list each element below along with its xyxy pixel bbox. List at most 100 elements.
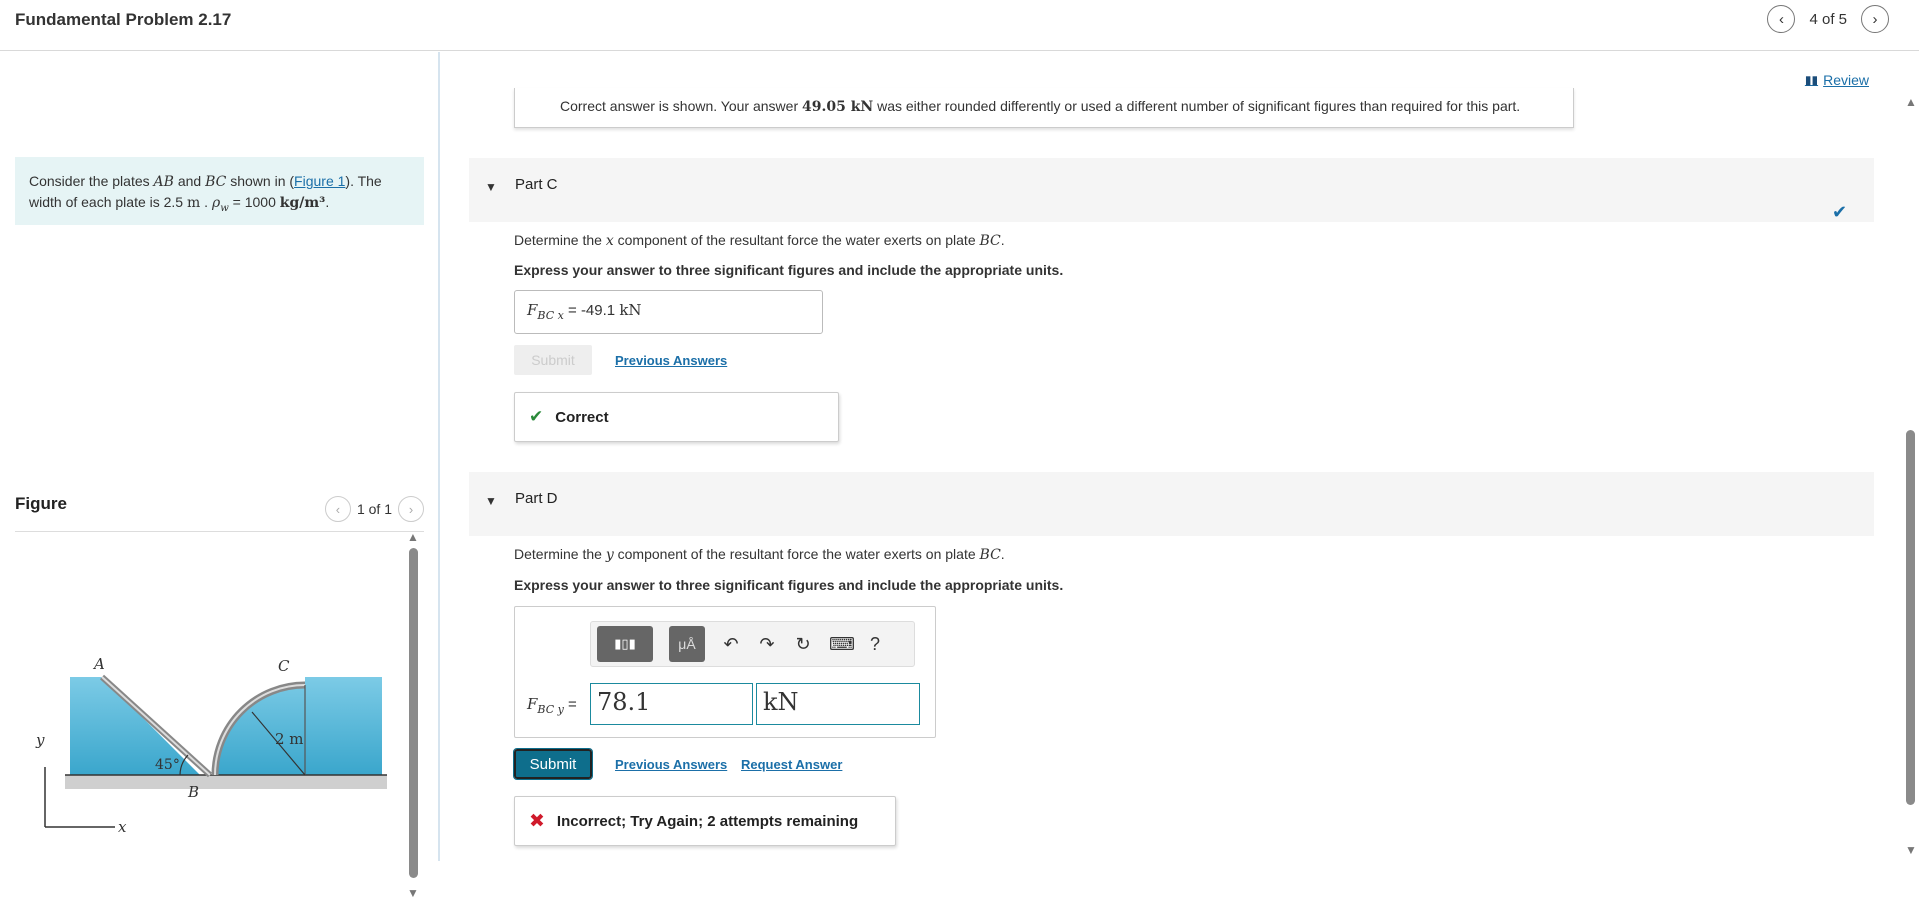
- part-d-previous-answers-link[interactable]: Previous Answers: [615, 757, 727, 772]
- label-x: x: [118, 818, 127, 836]
- math-toolbar: ▮▯▮ μÅ ↶ ↷ ↻ ⌨ ?: [590, 621, 915, 667]
- prompt-text: Determine the: [514, 546, 606, 562]
- keyboard-icon[interactable]: ⌨: [829, 634, 855, 655]
- label-angle: 45°: [155, 757, 180, 773]
- label-2m: 2 m: [275, 730, 304, 748]
- scroll-down-icon[interactable]: ▼: [1905, 843, 1917, 857]
- figure-counter: 1 of 1: [356, 501, 392, 517]
- scroll-thumb[interactable]: [1906, 430, 1915, 805]
- undo-icon[interactable]: ↶: [721, 634, 741, 655]
- part-c-submit-button: Submit: [514, 345, 592, 375]
- chevron-right-icon: ›: [408, 501, 414, 517]
- page-title: Fundamental Problem 2.17: [15, 10, 232, 29]
- part-c-header[interactable]: ▼ Part C: [469, 158, 1874, 222]
- value-input[interactable]: 78.1: [590, 683, 753, 725]
- request-answer-link[interactable]: Request Answer: [741, 757, 842, 772]
- chevron-left-icon: ‹: [335, 501, 341, 517]
- equals-sign: =: [563, 302, 581, 319]
- prompt-plate: BC: [979, 547, 1001, 563]
- previous-item-button[interactable]: ‹: [1767, 5, 1796, 33]
- note-text: Correct answer is shown. Your answer: [560, 98, 802, 114]
- checkmark-icon: ✔: [1832, 202, 1848, 222]
- x-mark-icon: ✖: [529, 810, 545, 832]
- label-a: A: [92, 655, 105, 673]
- plates-figure: A C B 2 m 45° y x: [35, 655, 387, 836]
- chevron-left-icon: ‹: [1778, 10, 1784, 28]
- problem-text: shown in (: [226, 173, 295, 189]
- problem-text: .: [325, 194, 330, 210]
- scroll-thumb[interactable]: [409, 548, 418, 878]
- label-y: y: [35, 731, 45, 749]
- plate-ab-label: AB: [153, 174, 174, 190]
- left-pane: Consider the plates AB and BC shown in (…: [0, 52, 440, 900]
- item-pager: ‹ 4 of 5 ›: [1767, 5, 1889, 33]
- prompt-variable: y: [605, 547, 614, 563]
- part-c-instructions: Express your answer to three significant…: [514, 262, 1064, 278]
- part-d-feedback: ✖ Incorrect; Try Again; 2 attempts remai…: [514, 796, 896, 846]
- problem-text: and: [173, 173, 206, 189]
- check-icon: ✔: [529, 407, 544, 426]
- answer-editor: ▮▯▮ μÅ ↶ ↷ ↻ ⌨ ? FBC y = 78.1 kN: [514, 606, 936, 738]
- answer-value: -49.1: [580, 302, 616, 319]
- part-c-previous-answers-link[interactable]: Previous Answers: [615, 353, 727, 368]
- book-icon: ▮▮: [1804, 73, 1819, 87]
- previous-figure-button[interactable]: ‹: [324, 496, 351, 522]
- variable-subscript: BC x: [537, 309, 564, 322]
- caret-down-icon[interactable]: ▼: [485, 494, 497, 508]
- rounding-note: Correct answer is shown. Your answer 49.…: [514, 88, 1574, 128]
- right-pane: ▮▮ Review Correct answer is shown. Your a…: [442, 52, 1919, 861]
- figure-link[interactable]: Figure 1: [294, 173, 345, 189]
- part-c-feedback: ✔ Correct: [514, 392, 839, 442]
- prompt-period: .: [1000, 232, 1005, 248]
- item-counter: 4 of 5: [1809, 10, 1847, 28]
- figure-scrollbar[interactable]: ▲ ▼: [404, 530, 422, 900]
- review-link[interactable]: ▮▮ Review: [1805, 72, 1869, 88]
- part-c-answer-display: FBC x = -49.1 kN: [514, 290, 823, 334]
- density-unit: kg/m³: [279, 195, 326, 211]
- water-right: [215, 677, 382, 775]
- answer-unit: kN: [619, 301, 642, 319]
- problem-text: = 1000: [228, 194, 280, 210]
- scroll-up-icon[interactable]: ▲: [407, 530, 419, 544]
- feedback-text: Correct: [555, 408, 609, 426]
- prompt-text: component of the resultant force the wat…: [613, 232, 980, 248]
- main-scrollbar[interactable]: ▲ ▼: [1902, 95, 1919, 861]
- plate-bc-label: BC: [205, 174, 227, 190]
- part-d-header[interactable]: ▼ Part D: [469, 472, 1874, 536]
- next-figure-button[interactable]: ›: [398, 496, 424, 522]
- part-d-prompt: Determine the y component of the resulta…: [514, 546, 1005, 563]
- prompt-variable: x: [605, 233, 614, 249]
- unit-input[interactable]: kN: [756, 683, 920, 725]
- unit-m: m: [187, 195, 201, 211]
- part-d-variable: FBC y =: [527, 695, 577, 716]
- caret-down-icon[interactable]: ▼: [485, 180, 497, 194]
- note-text: was either rounded differently or used a…: [873, 98, 1521, 114]
- feedback-text: Incorrect; Try Again; 2 attempts remaini…: [556, 812, 859, 830]
- units-icon[interactable]: μÅ: [669, 626, 705, 662]
- review-label: Review: [1823, 72, 1869, 88]
- templates-icon[interactable]: ▮▯▮: [597, 626, 653, 662]
- equals-sign: =: [563, 696, 577, 713]
- water-left: [70, 677, 200, 775]
- prompt-text: component of the resultant force the wat…: [613, 546, 980, 562]
- variable-subscript: BC y: [537, 703, 564, 716]
- scroll-down-icon[interactable]: ▼: [407, 886, 419, 900]
- problem-statement: Consider the plates AB and BC shown in (…: [15, 157, 424, 225]
- reset-icon[interactable]: ↻: [793, 634, 813, 655]
- label-b: B: [187, 783, 199, 801]
- figure-header: Figure ‹ 1 of 1 ›: [15, 490, 424, 532]
- part-d-submit-button[interactable]: Submit: [513, 748, 593, 780]
- ground: [65, 775, 387, 789]
- rho-subscript: w: [220, 202, 229, 214]
- part-c-prompt: Determine the x component of the resulta…: [514, 232, 1005, 249]
- help-icon[interactable]: ?: [865, 634, 885, 655]
- next-item-button[interactable]: ›: [1861, 5, 1889, 33]
- note-answer: 49.05 kN: [802, 99, 874, 115]
- part-d-title: Part D: [515, 490, 558, 507]
- prompt-text: Determine the: [514, 232, 606, 248]
- rho-symbol: ρ: [211, 195, 221, 211]
- scroll-up-icon[interactable]: ▲: [1905, 95, 1917, 109]
- prompt-plate: BC: [979, 233, 1001, 249]
- redo-icon[interactable]: ↷: [757, 634, 777, 655]
- chevron-right-icon: ›: [1872, 10, 1878, 28]
